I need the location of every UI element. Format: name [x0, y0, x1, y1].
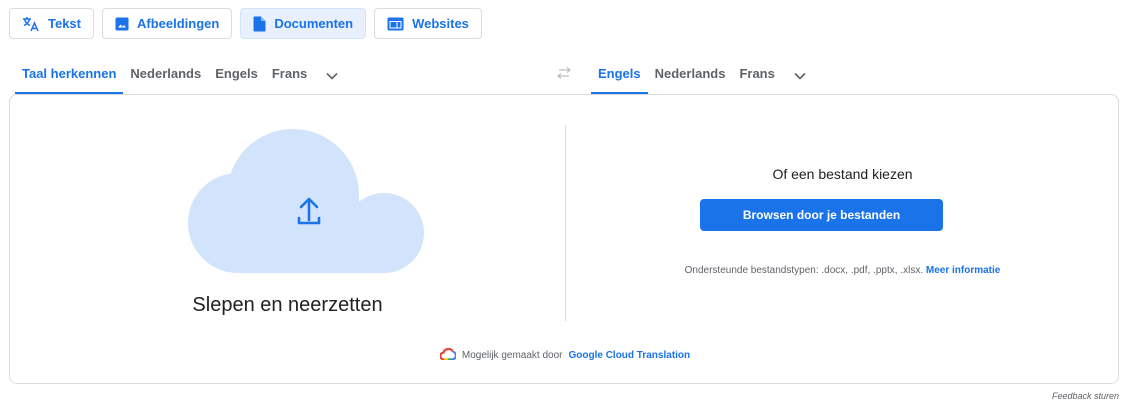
- source-lang-detect[interactable]: Taal herkennen: [15, 57, 124, 94]
- send-feedback-link[interactable]: Feedback sturen: [1052, 391, 1119, 401]
- swap-icon: [556, 66, 572, 84]
- source-lang-dutch[interactable]: Nederlands: [123, 57, 208, 94]
- document-icon: [253, 16, 266, 32]
- source-language-bar: Taal herkennen Nederlands Engels Frans: [15, 57, 350, 94]
- cloud-upload-icon: [188, 129, 424, 273]
- mode-documents-button[interactable]: Documenten: [240, 8, 367, 39]
- source-lang-french[interactable]: Frans: [265, 57, 314, 94]
- card-divider: [565, 125, 566, 321]
- website-icon: [387, 17, 404, 31]
- powered-by: Mogelijk gemaakt door Google Cloud Trans…: [10, 347, 1120, 363]
- target-lang-dropdown[interactable]: [782, 57, 818, 94]
- mode-websites-button[interactable]: Websites: [374, 8, 482, 39]
- document-upload-card: Slepen en neerzetten Of een bestand kiez…: [9, 94, 1119, 384]
- chevron-down-icon: [326, 67, 338, 85]
- target-lang-english[interactable]: Engels: [591, 57, 648, 94]
- google-cloud-translation-link[interactable]: Google Cloud Translation: [568, 350, 690, 361]
- translate-icon: [22, 16, 40, 32]
- target-lang-dutch[interactable]: Nederlands: [648, 57, 733, 94]
- image-icon: [115, 17, 129, 31]
- supported-file-types: Ondersteunde bestandstypen: .docx, .pdf,…: [565, 265, 1120, 276]
- browse-files-button[interactable]: Browsen door je bestanden: [700, 199, 943, 231]
- google-cloud-icon: [439, 347, 457, 363]
- mode-bar: Tekst Afbeeldingen Documenten Websites: [9, 8, 482, 39]
- powered-by-text: Mogelijk gemaakt door: [461, 349, 563, 361]
- source-lang-dropdown[interactable]: [314, 57, 350, 94]
- mode-documents-label: Documenten: [274, 16, 354, 31]
- choose-file-text: Of een bestand kiezen: [772, 166, 913, 182]
- mode-text-label: Tekst: [48, 16, 81, 31]
- more-info-link[interactable]: Meer informatie: [926, 265, 1000, 276]
- chevron-down-icon: [794, 67, 806, 85]
- source-lang-english[interactable]: Engels: [208, 57, 265, 94]
- mode-images-button[interactable]: Afbeeldingen: [102, 8, 233, 39]
- swap-languages-button[interactable]: [550, 63, 578, 87]
- mode-text-button[interactable]: Tekst: [9, 8, 94, 39]
- supported-types-text: Ondersteunde bestandstypen: .docx, .pdf,…: [684, 265, 924, 276]
- drop-zone[interactable]: [186, 123, 432, 273]
- target-lang-french[interactable]: Frans: [732, 57, 781, 94]
- mode-images-label: Afbeeldingen: [137, 16, 220, 31]
- drag-drop-text: Slepen en neerzetten: [192, 294, 383, 316]
- mode-websites-label: Websites: [412, 16, 469, 31]
- target-language-bar: Engels Nederlands Frans: [591, 57, 818, 94]
